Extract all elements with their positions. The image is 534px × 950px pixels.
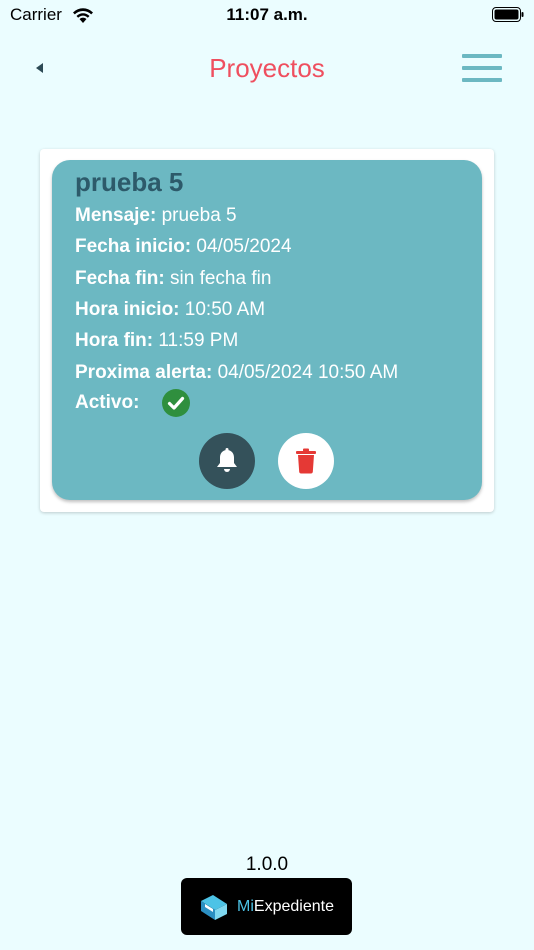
mensaje-value: prueba 5 bbox=[161, 205, 237, 226]
brand-name: MiExpediente bbox=[237, 898, 334, 916]
field-hora-fin: Hora fin: 11:59 PM bbox=[75, 330, 238, 352]
hora-fin-value: 11:59 PM bbox=[158, 330, 239, 351]
fecha-inicio-value: 04/05/2024 bbox=[196, 236, 292, 257]
check-icon bbox=[167, 396, 185, 410]
menu-button[interactable] bbox=[462, 54, 502, 82]
brand-logo-icon bbox=[201, 894, 228, 920]
brand-logo: MiExpediente bbox=[181, 878, 352, 935]
status-time: 11:07 a.m. bbox=[226, 5, 308, 24]
hora-fin-label: Hora fin: bbox=[75, 330, 154, 351]
project-card: prueba 5 Mensaje: prueba 5 Fecha inicio:… bbox=[40, 149, 494, 512]
proxima-alerta-value: 04/05/2024 10:50 AM bbox=[217, 362, 399, 383]
field-proxima-alerta: Proxima alerta: 04/05/2024 10:50 AM bbox=[75, 362, 398, 384]
trash-icon bbox=[296, 448, 316, 474]
field-mensaje: Mensaje: prueba 5 bbox=[75, 205, 237, 227]
brand-suffix: Expediente bbox=[253, 897, 334, 915]
project-card-body: prueba 5 Mensaje: prueba 5 Fecha inicio:… bbox=[52, 160, 482, 500]
mensaje-label: Mensaje: bbox=[75, 205, 157, 226]
field-hora-inicio: Hora inicio: 10:50 AM bbox=[75, 299, 265, 321]
field-fecha-fin: Fecha fin: sin fecha fin bbox=[75, 268, 271, 290]
proxima-alerta-label: Proxima alerta: bbox=[75, 362, 213, 383]
status-bar: Carrier 11:07 a.m. bbox=[0, 0, 534, 30]
active-status-indicator bbox=[162, 389, 190, 417]
page-title: Proyectos bbox=[209, 53, 325, 83]
app-version: 1.0.0 bbox=[245, 854, 289, 875]
field-fecha-inicio: Fecha inicio: 04/05/2024 bbox=[75, 236, 292, 258]
bell-icon bbox=[217, 448, 237, 472]
brand-prefix: Mi bbox=[237, 897, 254, 915]
activo-label: Activo: bbox=[75, 392, 140, 413]
delete-button[interactable] bbox=[278, 433, 334, 489]
hora-inicio-value: 10:50 AM bbox=[184, 299, 266, 320]
battery-icon bbox=[492, 7, 524, 22]
field-activo: Activo: bbox=[75, 392, 139, 414]
fecha-fin-label: Fecha fin: bbox=[75, 268, 165, 289]
project-name: prueba 5 bbox=[75, 167, 184, 197]
menu-icon bbox=[462, 54, 502, 82]
fecha-fin-value: sin fecha fin bbox=[170, 268, 272, 289]
hora-inicio-label: Hora inicio: bbox=[75, 299, 180, 320]
fecha-inicio-label: Fecha inicio: bbox=[75, 236, 192, 257]
notification-button[interactable] bbox=[199, 433, 255, 489]
